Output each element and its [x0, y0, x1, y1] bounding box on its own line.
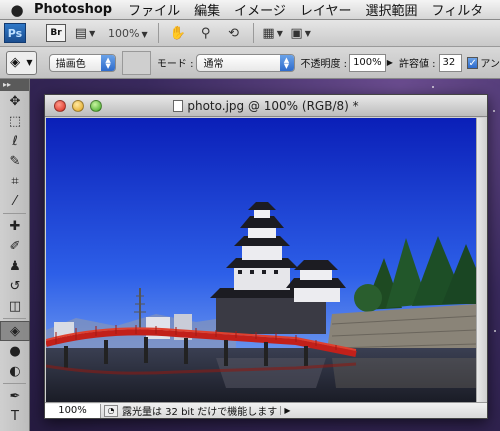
mode-label: モード : — [156, 59, 194, 70]
menu-file[interactable]: ファイル — [128, 0, 180, 19]
blur-tool[interactable]: ● — [0, 341, 30, 361]
separator — [157, 23, 159, 43]
eyedropper-tool[interactable]: ⁄ — [0, 191, 30, 211]
crop-tool[interactable]: ⌗ — [0, 171, 30, 191]
apple-menu-icon[interactable]: ● — [0, 1, 34, 19]
paint-bucket-icon: ◈ — [10, 55, 21, 70]
marquee-tool[interactable]: ⬚ — [0, 111, 30, 131]
bridge-button[interactable]: Br — [46, 24, 66, 42]
move-tool[interactable]: ✥ — [0, 91, 30, 111]
document-title: photo.jpg @ 100% (RGB/8) * — [45, 99, 487, 113]
options-bar: ◈ ▼ 描画色 ▲ ▼ モード : 通常 ▲ ▼ 不透明度 : 100% ▶ 許容値 : … — [0, 47, 500, 79]
zoom-field[interactable]: 100% — [45, 403, 101, 418]
eraser-icon: ◫ — [8, 298, 22, 314]
quick-selection-tool[interactable]: ✎ — [0, 151, 30, 171]
vertical-scrollbar[interactable] — [476, 118, 487, 402]
fill-source-dropdown[interactable]: 描画色 ▲ ▼ — [48, 53, 117, 72]
eyedropper-icon: ⁄ — [13, 193, 17, 209]
crop-icon: ⌗ — [11, 173, 19, 189]
clone-stamp-tool[interactable]: ♟ — [0, 256, 30, 276]
document-icon — [173, 99, 184, 112]
lasso-tool[interactable]: ℓ — [0, 131, 30, 151]
panel-grip[interactable]: ▸▸ — [0, 79, 29, 91]
marquee-icon: ⬚ — [8, 113, 22, 129]
tools-panel: ▸▸ ✥ ⬚ ℓ ✎ ⌗ ⁄ ✚ ✐ ♟ ↺ ◫ ◈ ● ◐ ✒ T — [0, 79, 30, 431]
document-status-bar: 100% ◔ 露光量は 32 bit だけで機能します ▶ — [45, 402, 487, 418]
lasso-icon: ℓ — [12, 133, 18, 149]
arrange-documents-icon[interactable]: ▦ ▼ — [262, 25, 282, 41]
tolerance-label: 許容値 : — [398, 59, 436, 70]
opacity-label: 不透明度 : — [300, 59, 348, 70]
opacity-field[interactable]: 100% — [349, 53, 386, 72]
view-extras-icon[interactable]: ▤ ▼ — [75, 25, 95, 41]
menu-bar: ● Photoshop ファイル 編集 イメージ レイヤー 選択範囲 フィルタ — [0, 0, 500, 20]
move-icon: ✥ — [9, 93, 21, 109]
healing-brush-tool[interactable]: ✚ — [0, 216, 30, 236]
menu-filter[interactable]: フィルタ — [432, 0, 484, 19]
blend-mode-dropdown[interactable]: 通常 ▲ ▼ — [196, 53, 295, 72]
tolerance-field[interactable]: 32 — [438, 53, 462, 72]
antialias-checkbox[interactable]: ✓ — [466, 56, 479, 69]
document-window: photo.jpg @ 100% (RGB/8) * 100% ◔ 露光量は 3… — [44, 94, 488, 419]
status-info-icon[interactable]: ◔ — [104, 404, 118, 417]
tool-preset-picker[interactable]: ◈ ▼ — [6, 50, 37, 75]
photo-image — [46, 118, 476, 402]
blur-icon: ● — [9, 343, 21, 359]
history-brush-icon: ↺ — [9, 278, 21, 294]
document-titlebar[interactable]: photo.jpg @ 100% (RGB/8) * — [45, 95, 487, 117]
clone-stamp-icon: ♟ — [9, 258, 21, 274]
pen-tool[interactable]: ✒ — [0, 386, 30, 406]
menu-image[interactable]: イメージ — [234, 0, 286, 19]
paint-bucket-icon: ◈ — [10, 323, 20, 339]
dodge-icon: ◐ — [9, 363, 21, 379]
type-icon: T — [11, 408, 19, 424]
tool-separator — [3, 383, 26, 384]
screen-mode-icon[interactable]: ▣ ▼ — [290, 25, 310, 41]
type-tool[interactable]: T — [0, 406, 30, 426]
app-menu[interactable]: Photoshop — [34, 2, 112, 17]
application-bar: Ps Br ▤ ▼ 100% ▼ ✋ ⚲ ⟲ ▦ ▼ ▣ ▼ — [0, 20, 500, 47]
hand-tool-icon[interactable]: ✋ — [169, 25, 187, 41]
tool-separator — [3, 318, 26, 319]
menu-select[interactable]: 選択範囲 — [366, 0, 418, 19]
brush-icon: ✐ — [9, 238, 21, 254]
status-text: 露光量は 32 bit だけで機能します — [122, 407, 278, 418]
dodge-tool[interactable]: ◐ — [0, 361, 30, 381]
pattern-picker[interactable] — [122, 50, 151, 75]
quick-selection-icon: ✎ — [9, 153, 21, 169]
history-brush-tool[interactable]: ↺ — [0, 276, 30, 296]
eraser-tool[interactable]: ◫ — [0, 296, 30, 316]
separator — [252, 23, 254, 43]
opacity-arrow-icon[interactable]: ▶ — [387, 58, 393, 67]
brush-tool[interactable]: ✐ — [0, 236, 30, 256]
healing-brush-icon: ✚ — [9, 218, 21, 234]
pen-icon: ✒ — [9, 388, 21, 404]
menu-layer[interactable]: レイヤー — [300, 0, 352, 19]
tool-separator — [3, 213, 26, 214]
status-menu-arrow-icon[interactable]: ▶ — [280, 406, 290, 415]
image-canvas[interactable] — [46, 118, 476, 402]
photoshop-logo: Ps — [4, 23, 26, 43]
paint-bucket-tool[interactable]: ◈ — [0, 321, 30, 341]
antialias-label: アン — [480, 59, 500, 70]
zoom-tool-icon[interactable]: ⚲ — [197, 25, 215, 41]
menu-edit[interactable]: 編集 — [194, 0, 220, 19]
zoom-level-dropdown[interactable]: 100% ▼ — [108, 27, 148, 40]
rotate-view-icon[interactable]: ⟲ — [225, 25, 243, 41]
